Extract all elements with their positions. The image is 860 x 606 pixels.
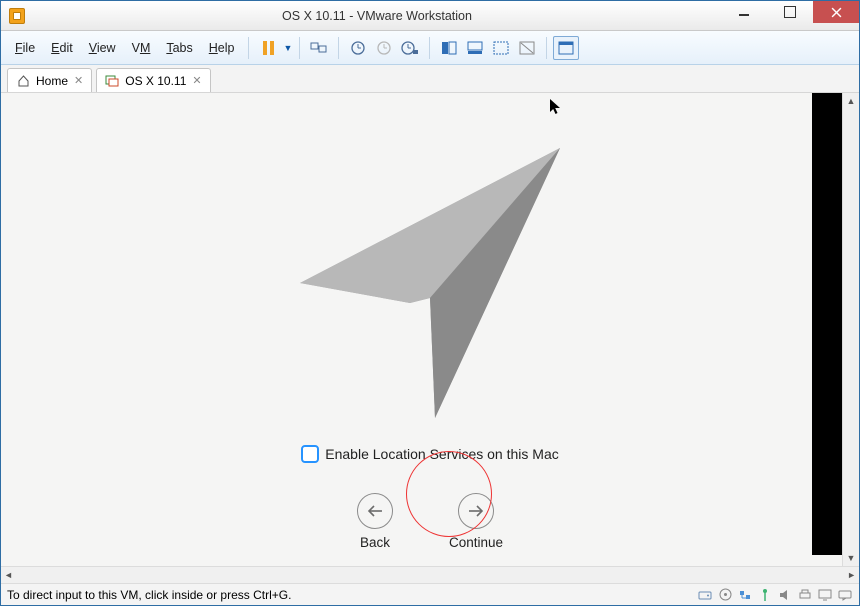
- unity-button[interactable]: [514, 36, 540, 60]
- location-checkbox-row: Enable Location Services on this Mac: [301, 445, 558, 463]
- show-console-button[interactable]: [436, 36, 462, 60]
- close-button[interactable]: [813, 1, 859, 23]
- snapshot-manager-button[interactable]: [397, 36, 423, 60]
- scroll-right-icon[interactable]: ►: [847, 570, 856, 580]
- stretch-button[interactable]: [488, 36, 514, 60]
- window-controls: [721, 1, 859, 30]
- menu-edit[interactable]: Edit: [43, 37, 81, 59]
- location-arrow-icon: [275, 133, 585, 423]
- menu-vm[interactable]: VM: [124, 37, 159, 59]
- toolbar-separator: [338, 37, 339, 59]
- content-area: Enable Location Services on this Mac Bac…: [1, 93, 859, 566]
- fullscreen-icon: [558, 41, 574, 55]
- usb-icon[interactable]: [757, 588, 773, 602]
- clock-back-icon: [376, 40, 392, 56]
- window-title: OS X 10.11 - VMware Workstation: [33, 9, 721, 23]
- vm-black-bar: [812, 93, 842, 555]
- tab-vm[interactable]: OS X 10.11 ✕: [96, 68, 210, 92]
- back-button[interactable]: Back: [357, 493, 393, 550]
- tab-close-icon[interactable]: ✕: [74, 74, 83, 87]
- menu-view[interactable]: View: [81, 37, 124, 59]
- thumb-icon: [467, 41, 483, 55]
- back-label: Back: [360, 535, 390, 550]
- statusbar: To direct input to this VM, click inside…: [1, 583, 859, 605]
- console-icon: [441, 41, 457, 55]
- toolbar-separator: [248, 37, 249, 59]
- maximize-button[interactable]: [767, 1, 813, 23]
- status-icons: [697, 588, 853, 602]
- display-icon[interactable]: [817, 588, 833, 602]
- send-ctrl-alt-del-button[interactable]: [306, 36, 332, 60]
- menu-file[interactable]: File: [7, 37, 43, 59]
- location-checkbox-label: Enable Location Services on this Mac: [325, 446, 558, 462]
- clock-manager-icon: [401, 40, 419, 56]
- tab-home[interactable]: Home ✕: [7, 68, 92, 92]
- pause-button[interactable]: [255, 36, 281, 60]
- power-dropdown[interactable]: ▼: [281, 43, 293, 53]
- close-icon: [831, 7, 842, 18]
- app-icon: [9, 8, 25, 24]
- scroll-left-icon[interactable]: ◄: [4, 570, 13, 580]
- scroll-down-icon[interactable]: ▼: [847, 553, 856, 563]
- snapshot-take-button[interactable]: [345, 36, 371, 60]
- arrow-right-icon: [458, 493, 494, 529]
- arrow-left-icon: [357, 493, 393, 529]
- message-icon[interactable]: [837, 588, 853, 602]
- tab-home-label: Home: [36, 74, 68, 88]
- status-hint: To direct input to this VM, click inside…: [7, 588, 291, 602]
- fullscreen-button[interactable]: [553, 36, 579, 60]
- toolbar-separator: [299, 37, 300, 59]
- cd-icon[interactable]: [717, 588, 733, 602]
- unity-icon: [519, 41, 535, 55]
- cursor-icon: [549, 98, 563, 119]
- setup-nav: Back Continue: [357, 493, 503, 550]
- horizontal-scrollbar[interactable]: ◄ ►: [1, 566, 859, 583]
- show-thumbnail-button[interactable]: [462, 36, 488, 60]
- menubar: File Edit View VM Tabs Help ▼: [1, 31, 859, 65]
- keys-icon: [310, 40, 328, 56]
- tab-close-icon[interactable]: ✕: [192, 74, 201, 87]
- titlebar: OS X 10.11 - VMware Workstation: [1, 1, 859, 31]
- printer-icon[interactable]: [797, 588, 813, 602]
- toolbar-separator: [429, 37, 430, 59]
- continue-button[interactable]: Continue: [449, 493, 503, 550]
- menu-help[interactable]: Help: [201, 37, 243, 59]
- vm-display[interactable]: Enable Location Services on this Mac Bac…: [1, 93, 859, 566]
- vertical-scrollbar[interactable]: ▲ ▼: [842, 93, 859, 566]
- pause-icon: [258, 38, 278, 58]
- clock-icon: [350, 40, 366, 56]
- location-checkbox[interactable]: [301, 445, 319, 463]
- sound-icon[interactable]: [777, 588, 793, 602]
- menu-tabs[interactable]: Tabs: [158, 37, 200, 59]
- tabs-row: Home ✕ OS X 10.11 ✕: [1, 65, 859, 93]
- minimize-button[interactable]: [721, 1, 767, 23]
- disk-icon[interactable]: [697, 588, 713, 602]
- snapshot-revert-button[interactable]: [371, 36, 397, 60]
- toolbar-separator: [546, 37, 547, 59]
- tab-vm-label: OS X 10.11: [125, 74, 186, 88]
- scroll-up-icon[interactable]: ▲: [847, 96, 856, 106]
- app-window: OS X 10.11 - VMware Workstation File Edi…: [0, 0, 860, 606]
- home-icon: [16, 74, 30, 88]
- stretch-icon: [493, 41, 509, 55]
- vm-icon: [105, 74, 119, 88]
- network-icon[interactable]: [737, 588, 753, 602]
- continue-label: Continue: [449, 535, 503, 550]
